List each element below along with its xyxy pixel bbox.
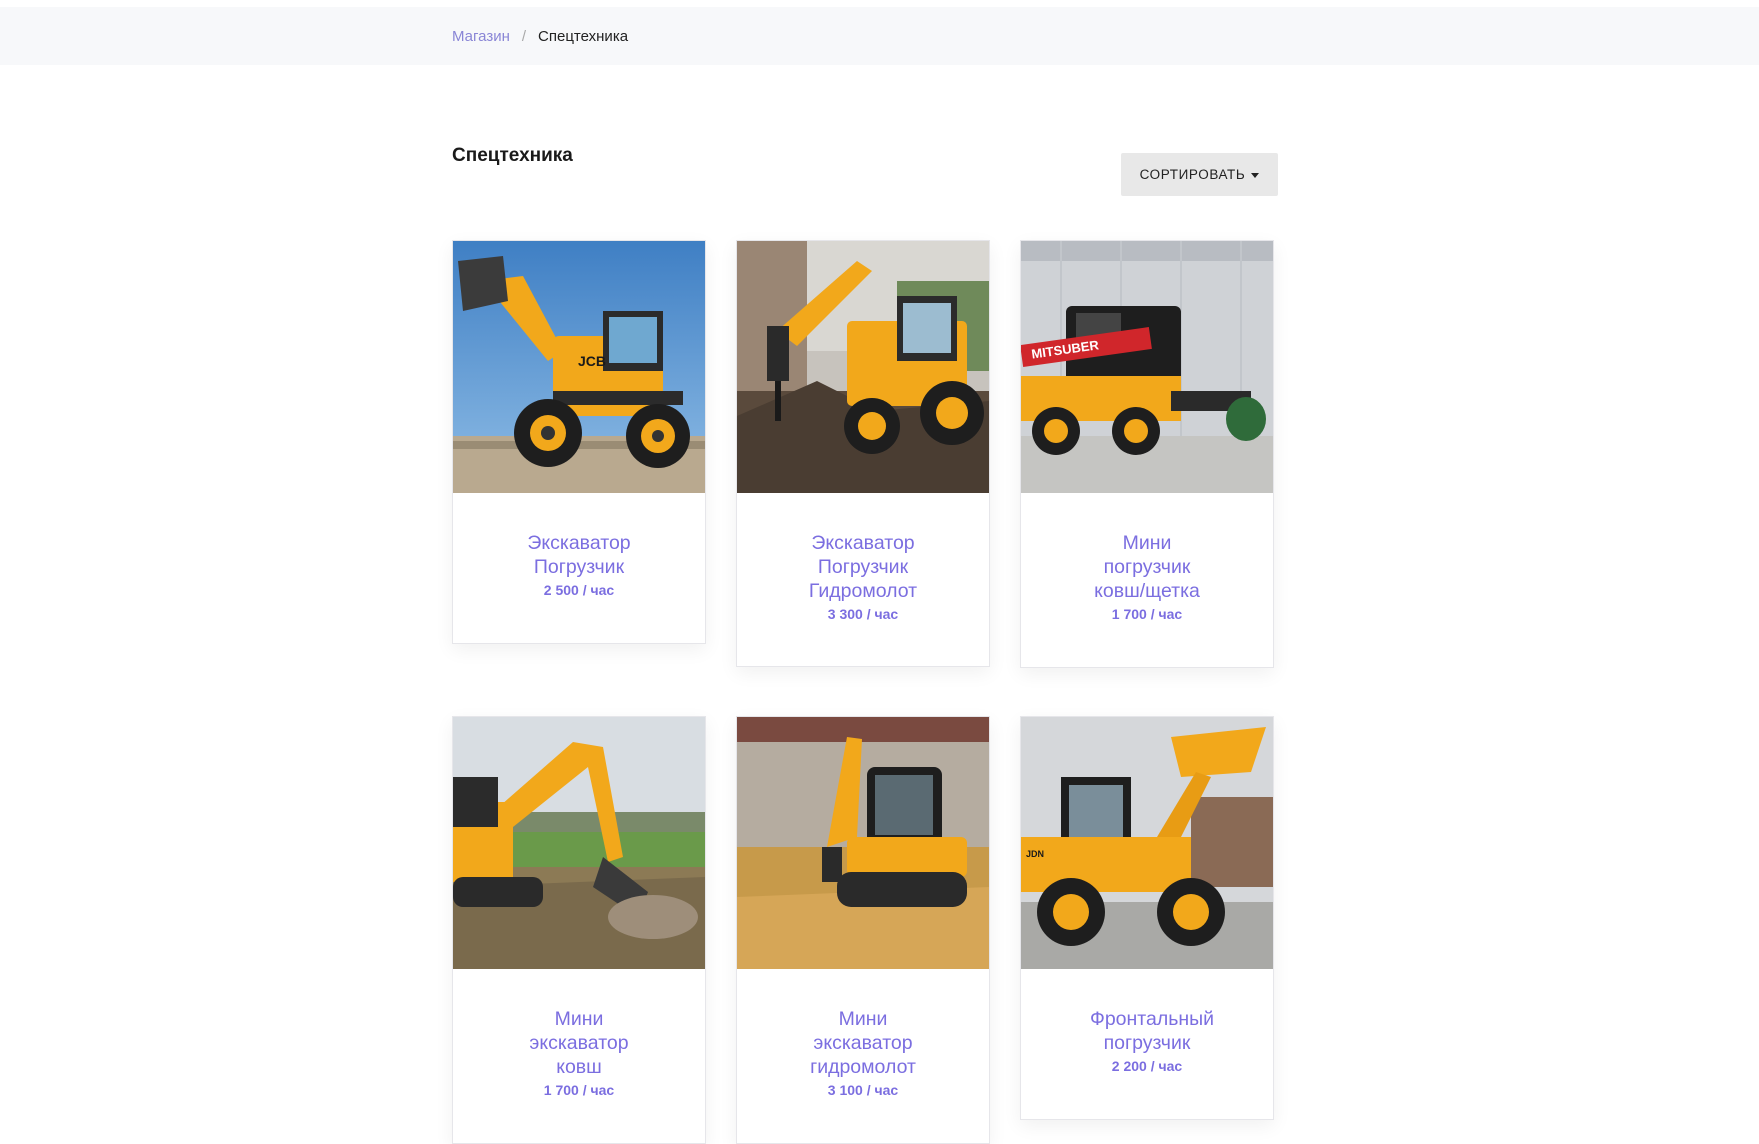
breadcrumb-link-shop[interactable]: Магазин [452,28,510,45]
product-price: 3 300 / час [827,606,899,622]
product-image-backhoe-loader: JCB [453,241,705,493]
product-title[interactable]: Фронтальный погрузчик [1035,1007,1259,1055]
product-card[interactable]: JDN Фронтальный погрузчик 2 200 / час [1020,716,1274,1120]
product-price: 1 700 / час [1111,606,1183,622]
svg-text:JCB: JCB [578,353,606,369]
chevron-down-icon [1251,172,1260,178]
product-image-wheel-loader: JDN [1021,717,1273,969]
svg-text:JDN: JDN [1026,849,1044,859]
product-title[interactable]: Экскаватор Погрузчик Гидромолот [751,531,975,603]
breadcrumb-bar: Магазин / Спецтехника [0,7,1759,65]
product-title[interactable]: Экскаватор Погрузчик [467,531,691,579]
product-title[interactable]: Мини погрузчик ковш/щетка [1035,531,1259,603]
product-price: 3 100 / час [827,1082,899,1098]
breadcrumb: Магазин / Спецтехника [452,28,1278,45]
catalog-header: Спецтехника СОРТИРОВАТЬ [452,145,1278,233]
product-card[interactable]: Мини экскаватор гидромолот 3 100 / час [736,716,990,1144]
product-price: 2 200 / час [1111,1058,1183,1074]
product-card[interactable]: Мини экскаватор ковш 1 700 / час [452,716,706,1144]
product-image-skid-steer: MITSUBER [1021,241,1273,493]
product-card[interactable]: Экскаватор Погрузчик Гидромолот 3 300 / … [736,240,990,667]
product-card[interactable]: MITSUBER Мини погрузчик ковш/щетка 1 700… [1020,240,1274,668]
product-price: 1 700 / час [543,1082,615,1098]
product-image-mini-excavator-water [737,717,989,969]
top-strip [0,0,1759,7]
product-image-mini-excavator [453,717,705,969]
page-title: Спецтехника [452,145,573,166]
product-price: 2 500 / час [543,582,615,598]
sort-dropdown-button[interactable]: СОРТИРОВАТЬ [1121,153,1278,196]
breadcrumb-current: Спецтехника [538,27,629,45]
product-card[interactable]: JCB Экскаватор Погрузчик 2 500 / час [452,240,706,644]
main-content: Спецтехника СОРТИРОВАТЬ JCB Экскаватор П… [452,145,1278,1144]
product-title[interactable]: Мини экскаватор ковш [467,1007,691,1079]
product-grid: JCB Экскаватор Погрузчик 2 500 / час Экс… [452,240,1278,1144]
sort-button-label: СОРТИРОВАТЬ [1139,167,1246,182]
product-image-backhoe-hammer [737,241,989,493]
product-title[interactable]: Мини экскаватор гидромолот [751,1007,975,1079]
breadcrumb-separator: / [521,27,527,45]
